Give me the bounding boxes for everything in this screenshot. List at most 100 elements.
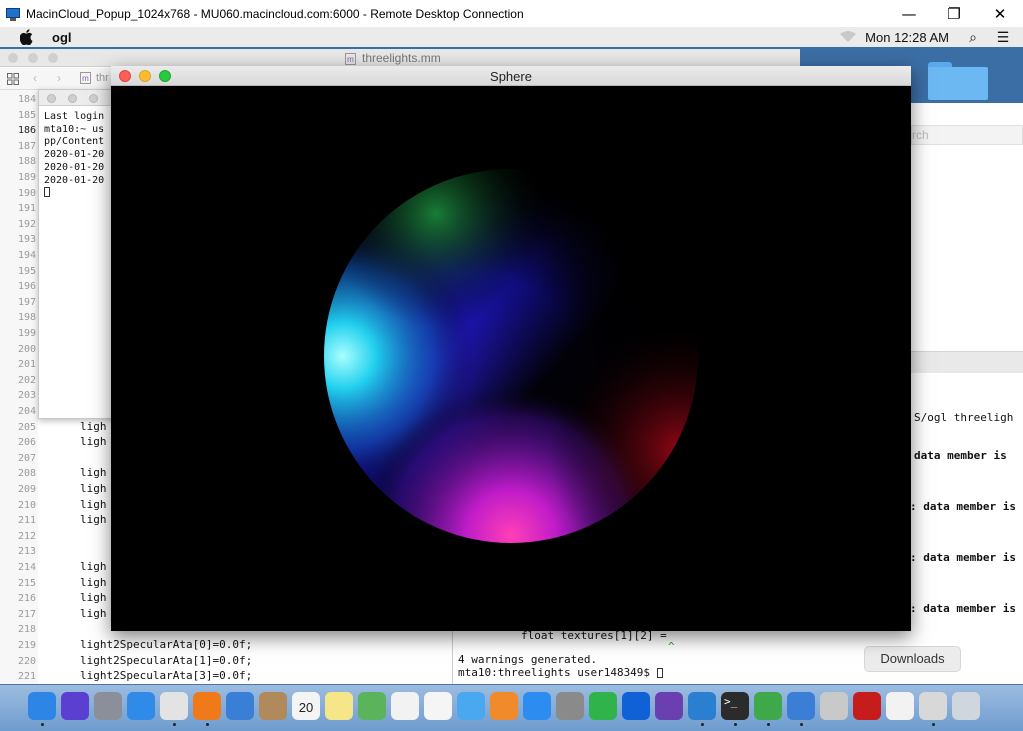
firefox-icon[interactable] bbox=[193, 692, 221, 720]
document-icon[interactable] bbox=[886, 692, 914, 720]
line-number: 206 bbox=[17, 437, 36, 449]
launchpad-icon[interactable] bbox=[94, 692, 122, 720]
terminal-window[interactable]: Last login mta10:~ us pp/Content 2020-01… bbox=[38, 89, 118, 419]
line-number: 185 bbox=[17, 109, 36, 121]
photos-icon[interactable] bbox=[424, 692, 452, 720]
trash-icon[interactable] bbox=[952, 692, 980, 720]
terminal-close-button[interactable] bbox=[47, 94, 56, 103]
maps-icon[interactable] bbox=[358, 692, 386, 720]
jump-bar-file-icon: m bbox=[80, 72, 91, 84]
shell-prompt-text: mta10:threelights user148349$ bbox=[458, 666, 651, 679]
terminal-line: 2020-01-20 bbox=[44, 149, 105, 161]
line-number: 192 bbox=[17, 218, 36, 230]
restore-button[interactable]: ❐ bbox=[931, 0, 977, 27]
running-indicator bbox=[41, 723, 44, 726]
close-button[interactable]: ✕ bbox=[977, 0, 1023, 27]
calendar-icon[interactable]: 20 bbox=[292, 692, 320, 720]
apple-menu-icon[interactable] bbox=[20, 29, 34, 45]
running-indicator bbox=[767, 723, 770, 726]
dropbox-icon[interactable] bbox=[622, 692, 650, 720]
visual-studio-icon[interactable] bbox=[655, 692, 683, 720]
xcode-window-title: m threelights.mm bbox=[345, 51, 441, 65]
opengl-canvas[interactable] bbox=[111, 86, 911, 631]
warning-text: : data member is bbox=[910, 551, 1016, 564]
terminal-zoom-button[interactable] bbox=[89, 94, 98, 103]
preview-icon[interactable] bbox=[226, 692, 254, 720]
menubar-clock[interactable]: Mon 12:28 AM bbox=[865, 30, 949, 45]
system-preferences-icon[interactable] bbox=[556, 692, 584, 720]
warnings-summary: 4 warnings generated. bbox=[458, 653, 598, 666]
line-number: 200 bbox=[17, 343, 36, 355]
sphere-window[interactable]: Sphere bbox=[111, 66, 911, 631]
code-line: ligh bbox=[80, 497, 107, 511]
terminal-cursor-line bbox=[39, 187, 117, 200]
remote-desktop-icon[interactable] bbox=[919, 692, 947, 720]
warning-text: : data member is bbox=[910, 602, 1016, 615]
code-line: ligh bbox=[80, 575, 107, 589]
evernote-icon[interactable] bbox=[589, 692, 617, 720]
line-number: 195 bbox=[17, 265, 36, 277]
remote-desktop-icon bbox=[6, 7, 20, 21]
line-number: 207 bbox=[17, 452, 36, 464]
xcode-icon[interactable] bbox=[787, 692, 815, 720]
running-indicator bbox=[701, 723, 704, 726]
books-icon[interactable] bbox=[490, 692, 518, 720]
code-line: light2SpecularAta[1]=0.0f; bbox=[80, 653, 253, 667]
terminal-minimize-button[interactable] bbox=[68, 94, 77, 103]
line-number: 220 bbox=[17, 655, 36, 667]
notification-center-icon[interactable]: ☰ bbox=[993, 29, 1013, 46]
line-number: 209 bbox=[17, 484, 36, 495]
xcode-close-button[interactable] bbox=[8, 53, 18, 63]
back-arrow-icon[interactable]: ‹ bbox=[33, 71, 37, 85]
lit-sphere bbox=[324, 169, 698, 543]
terminal-line: 2020-01-20 bbox=[44, 161, 105, 173]
notes-icon[interactable] bbox=[325, 692, 353, 720]
rdp-title-bar: MacinCloud_Popup_1024x768 - MU060.macinc… bbox=[0, 0, 1023, 27]
running-indicator bbox=[800, 723, 803, 726]
line-number-gutter: 184 185 186 187 188 189 190 191 192 193 194 195 196 1… bbox=[0, 90, 38, 690]
terminal-title-bar bbox=[39, 90, 117, 106]
messages-icon[interactable] bbox=[457, 692, 485, 720]
finder-search-field[interactable]: rch bbox=[911, 125, 1023, 145]
folder-icon[interactable] bbox=[928, 62, 988, 100]
xcode-minimize-button[interactable] bbox=[28, 53, 38, 63]
app-menu-ogl[interactable]: ogl bbox=[52, 30, 72, 45]
line-number: 202 bbox=[17, 374, 36, 386]
finder-window: rch bbox=[911, 103, 1023, 351]
forward-arrow-icon[interactable]: › bbox=[57, 71, 61, 85]
line-number: 193 bbox=[17, 234, 36, 246]
line-number: 213 bbox=[17, 546, 36, 558]
contacts-icon[interactable] bbox=[259, 692, 287, 720]
app-store-icon[interactable] bbox=[523, 692, 551, 720]
reminders-icon[interactable] bbox=[391, 692, 419, 720]
instruments-icon[interactable] bbox=[820, 692, 848, 720]
terminal-icon[interactable]: >_ bbox=[721, 692, 749, 720]
line-number: 205 bbox=[17, 421, 36, 433]
dock: 20 >_ bbox=[0, 684, 1023, 731]
sphere-window-title: Sphere bbox=[490, 69, 532, 84]
finder-icon[interactable] bbox=[28, 692, 56, 720]
line-number: 203 bbox=[17, 390, 36, 402]
line-number: 212 bbox=[17, 530, 36, 542]
code-line: light2SpecularAta[3]=0.0f; bbox=[80, 669, 253, 683]
android-studio-icon[interactable] bbox=[754, 692, 782, 720]
jump-bar-filename[interactable]: thr bbox=[96, 72, 109, 84]
line-number: 210 bbox=[17, 499, 36, 511]
safari-icon[interactable] bbox=[127, 692, 155, 720]
code-line: light2SpecularAta[0]=0.0f; bbox=[80, 638, 253, 651]
spotlight-search-icon[interactable]: ⌕ bbox=[963, 29, 983, 46]
xcode-zoom-button[interactable] bbox=[48, 53, 58, 63]
acrobat-icon[interactable] bbox=[853, 692, 881, 720]
line-number: 216 bbox=[17, 593, 36, 605]
wifi-icon[interactable] bbox=[839, 31, 857, 43]
rdp-window-title: MacinCloud_Popup_1024x768 - MU060.macinc… bbox=[26, 6, 524, 21]
siri-icon[interactable] bbox=[61, 692, 89, 720]
chrome-icon[interactable] bbox=[160, 692, 188, 720]
shell-cursor bbox=[656, 668, 663, 678]
code-line: ligh bbox=[80, 560, 107, 573]
minimize-button[interactable]: — bbox=[886, 0, 932, 27]
related-items-icon[interactable] bbox=[7, 73, 19, 85]
running-indicator bbox=[932, 723, 935, 726]
sphere-title-bar: Sphere bbox=[111, 66, 911, 86]
vscode-icon[interactable] bbox=[688, 692, 716, 720]
